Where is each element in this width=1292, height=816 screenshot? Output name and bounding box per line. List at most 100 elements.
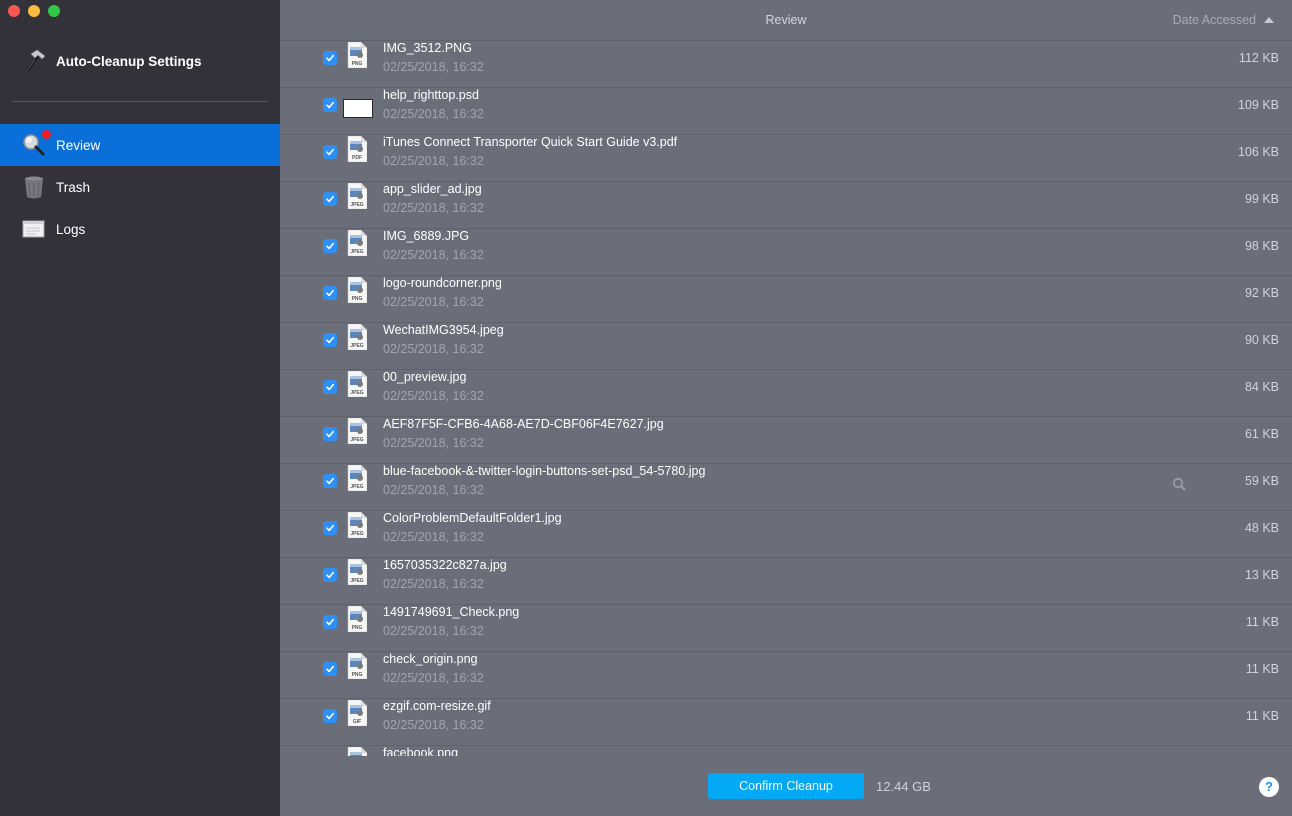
file-checkbox[interactable] xyxy=(323,239,337,253)
svg-text:JPEG: JPEG xyxy=(350,578,363,584)
sidebar-item-review[interactable]: Review xyxy=(0,124,280,166)
jpeg-file-icon: JPEG xyxy=(347,558,368,586)
file-checkbox[interactable] xyxy=(323,474,337,488)
file-row[interactable]: JPEG 1657035322c827a.jpg 02/25/2018, 16:… xyxy=(280,557,1292,604)
settings-label: Auto-Cleanup Settings xyxy=(56,53,202,69)
close-window-button[interactable] xyxy=(8,5,20,17)
file-size: 109 KB xyxy=(1237,98,1279,112)
file-row[interactable]: JPEG IMG_6889.JPG 02/25/2018, 16:32 98 K… xyxy=(280,228,1292,275)
file-name[interactable]: check_origin.png xyxy=(383,652,478,666)
file-size: 59 KB xyxy=(1244,474,1279,488)
jpeg-file-icon: JPEG xyxy=(347,182,368,210)
file-date: 02/25/2018, 16:32 xyxy=(383,60,484,74)
file-date: 02/25/2018, 16:32 xyxy=(383,436,484,450)
sort-date-accessed[interactable]: Date Accessed xyxy=(1173,13,1274,27)
file-row[interactable]: JPEG WechatIMG3954.jpeg 02/25/2018, 16:3… xyxy=(280,322,1292,369)
file-size: 99 KB xyxy=(1244,192,1279,206)
file-row[interactable]: GIF ezgif.com-resize.gif 02/25/2018, 16:… xyxy=(280,698,1292,745)
file-row[interactable]: help_righttop.psd 02/25/2018, 16:32 109 … xyxy=(280,87,1292,134)
file-row[interactable]: PNG check_origin.png 02/25/2018, 16:32 1… xyxy=(280,651,1292,698)
file-checkbox[interactable] xyxy=(323,427,337,441)
file-row[interactable]: PNG facebook.png xyxy=(280,745,1292,756)
file-checkbox[interactable] xyxy=(323,662,337,676)
file-name[interactable]: IMG_6889.JPG xyxy=(383,229,469,243)
file-date: 02/25/2018, 16:32 xyxy=(383,107,484,121)
file-size: 11 KB xyxy=(1245,615,1279,629)
file-checkbox[interactable] xyxy=(323,51,337,65)
file-checkbox[interactable] xyxy=(323,615,337,629)
file-size: 11 KB xyxy=(1245,662,1279,676)
file-name[interactable]: AEF87F5F-CFB6-4A68-AE7D-CBF06F4E7627.jpg xyxy=(383,417,664,431)
sidebar-nav: Review Trash Logs xyxy=(0,124,280,250)
file-row[interactable]: JPEG 00_preview.jpg 02/25/2018, 16:32 84… xyxy=(280,369,1292,416)
file-date: 02/25/2018, 16:32 xyxy=(383,483,484,497)
file-checkbox[interactable] xyxy=(323,521,337,535)
file-checkbox[interactable] xyxy=(323,145,337,159)
help-button[interactable]: ? xyxy=(1259,777,1279,797)
file-row[interactable]: PNG IMG_3512.PNG 02/25/2018, 16:32 112 K… xyxy=(280,40,1292,87)
file-name[interactable]: iTunes Connect Transporter Quick Start G… xyxy=(383,135,677,149)
file-date: 02/25/2018, 16:32 xyxy=(383,248,484,262)
sidebar-item-trash[interactable]: Trash xyxy=(0,166,280,208)
file-row[interactable]: JPEG app_slider_ad.jpg 02/25/2018, 16:32… xyxy=(280,181,1292,228)
svg-text:PNG: PNG xyxy=(352,61,363,67)
file-size: 13 KB xyxy=(1244,568,1279,582)
file-name[interactable]: WechatIMG3954.jpeg xyxy=(383,323,504,337)
file-checkbox[interactable] xyxy=(323,286,337,300)
file-date: 02/25/2018, 16:32 xyxy=(383,295,484,309)
maximize-window-button[interactable] xyxy=(48,5,60,17)
file-checkbox[interactable] xyxy=(323,98,337,112)
file-name[interactable]: ezgif.com-resize.gif xyxy=(383,699,491,713)
file-name[interactable]: help_righttop.psd xyxy=(383,88,479,102)
file-size: 90 KB xyxy=(1244,333,1279,347)
file-size: 106 KB xyxy=(1237,145,1279,159)
file-name[interactable]: 00_preview.jpg xyxy=(383,370,466,384)
total-size: 12.44 GB xyxy=(876,779,931,794)
file-row[interactable]: JPEG AEF87F5F-CFB6-4A68-AE7D-CBF06F4E762… xyxy=(280,416,1292,463)
file-row[interactable]: PDF iTunes Connect Transporter Quick Sta… xyxy=(280,134,1292,181)
minimize-window-button[interactable] xyxy=(28,5,40,17)
file-checkbox[interactable] xyxy=(323,568,337,582)
png-file-icon: PNG xyxy=(347,41,368,69)
file-size: 112 KB xyxy=(1238,51,1279,65)
file-size: 84 KB xyxy=(1244,380,1279,394)
auto-cleanup-settings-button[interactable]: Auto-Cleanup Settings xyxy=(20,44,202,78)
file-row[interactable]: PNG logo-roundcorner.png 02/25/2018, 16:… xyxy=(280,275,1292,322)
svg-text:JPEG: JPEG xyxy=(350,484,363,490)
file-name[interactable]: IMG_3512.PNG xyxy=(383,41,472,55)
file-checkbox[interactable] xyxy=(323,333,337,347)
svg-text:PNG: PNG xyxy=(352,625,363,631)
svg-text:JPEG: JPEG xyxy=(350,249,363,255)
file-name[interactable]: facebook.png xyxy=(383,746,458,756)
svg-text:GIF: GIF xyxy=(353,719,361,725)
file-checkbox[interactable] xyxy=(323,192,337,206)
trash-icon xyxy=(22,175,46,199)
logs-icon xyxy=(22,217,46,241)
file-name[interactable]: ColorProblemDefaultFolder1.jpg xyxy=(383,511,562,525)
file-date: 02/25/2018, 16:32 xyxy=(383,201,484,215)
main-panel: Review Date Accessed PNG IMG_3512.PNG 02… xyxy=(280,0,1292,816)
file-row[interactable]: JPEG ColorProblemDefaultFolder1.jpg 02/2… xyxy=(280,510,1292,557)
file-name[interactable]: 1491749691_Check.png xyxy=(383,605,519,619)
file-list[interactable]: PNG IMG_3512.PNG 02/25/2018, 16:32 112 K… xyxy=(280,40,1292,756)
jpeg-file-icon: JPEG xyxy=(347,511,368,539)
svg-text:JPEG: JPEG xyxy=(350,531,363,537)
sidebar-item-logs[interactable]: Logs xyxy=(0,208,280,250)
preview-search-icon[interactable] xyxy=(1172,477,1186,491)
file-name[interactable]: 1657035322c827a.jpg xyxy=(383,558,507,572)
confirm-cleanup-button[interactable]: Confirm Cleanup xyxy=(708,773,864,799)
magnifier-icon xyxy=(22,130,51,157)
file-name[interactable]: app_slider_ad.jpg xyxy=(383,182,482,196)
sort-label: Date Accessed xyxy=(1172,13,1256,27)
file-name[interactable]: blue-facebook-&-twitter-login-buttons-se… xyxy=(383,464,705,478)
file-date: 02/25/2018, 16:32 xyxy=(383,718,484,732)
file-row[interactable]: PNG 1491749691_Check.png 02/25/2018, 16:… xyxy=(280,604,1292,651)
jpeg-file-icon: JPEG xyxy=(347,229,368,257)
file-checkbox[interactable] xyxy=(323,709,337,723)
sidebar-item-label: Logs xyxy=(56,221,86,237)
file-row[interactable]: JPEG blue-facebook-&-twitter-login-butto… xyxy=(280,463,1292,510)
hammer-icon xyxy=(20,47,48,75)
file-checkbox[interactable] xyxy=(323,380,337,394)
file-name[interactable]: logo-roundcorner.png xyxy=(383,276,502,290)
file-date: 02/25/2018, 16:32 xyxy=(383,342,484,356)
